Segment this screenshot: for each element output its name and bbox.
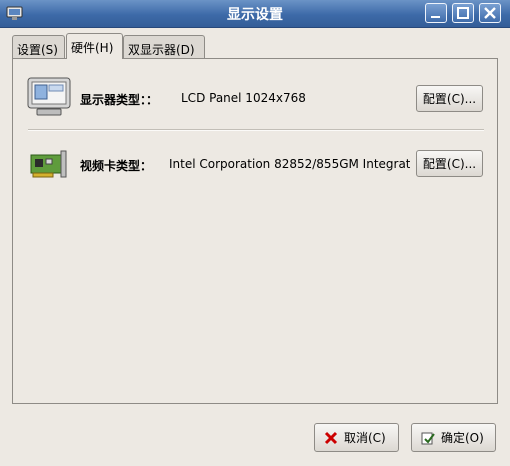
ok-icon [421,432,435,444]
tab-settings[interactable]: 设置(S) [12,35,65,59]
minimize-icon [431,16,440,18]
video-card-type-label: 视频卡类型： [80,159,153,173]
video-card-configure-label: 配置(C)... [422,157,477,171]
monitor-configure-button[interactable]: 配置(C)... [416,85,483,112]
tab-hardware[interactable]: 硬件(H) [66,33,123,59]
tab-dual-monitor-label: 双显示器(D) [128,43,195,57]
tab-hardware-label: 硬件(H) [71,41,114,55]
minimize-button[interactable] [425,3,447,23]
tab-settings-label: 设置(S) [17,43,58,57]
separator [28,129,484,131]
maximize-button[interactable] [452,3,474,23]
cancel-button[interactable]: 取消(C) [314,423,399,452]
close-icon [484,7,496,19]
monitor-type-value: LCD Panel 1024x768 [181,91,306,105]
close-button[interactable] [479,3,501,23]
video-card-icon [30,150,67,178]
monitor-icon [27,77,71,116]
monitor-configure-label: 配置(C)... [422,92,477,106]
video-card-configure-button[interactable]: 配置(C)... [416,150,483,177]
cancel-x-icon [324,431,338,444]
cancel-label: 取消(C) [344,431,386,445]
ok-label: 确定(O) [441,431,484,445]
tab-dual-monitor[interactable]: 双显示器(D) [123,35,205,59]
monitor-type-label: 显示器类型：： [80,93,159,107]
maximize-icon [457,7,469,19]
video-card-type-value: Intel Corporation 82852/855GM Integrated [169,157,410,171]
ok-button[interactable]: 确定(O) [411,423,496,452]
title-bar[interactable]: 显示设置 [0,0,510,28]
